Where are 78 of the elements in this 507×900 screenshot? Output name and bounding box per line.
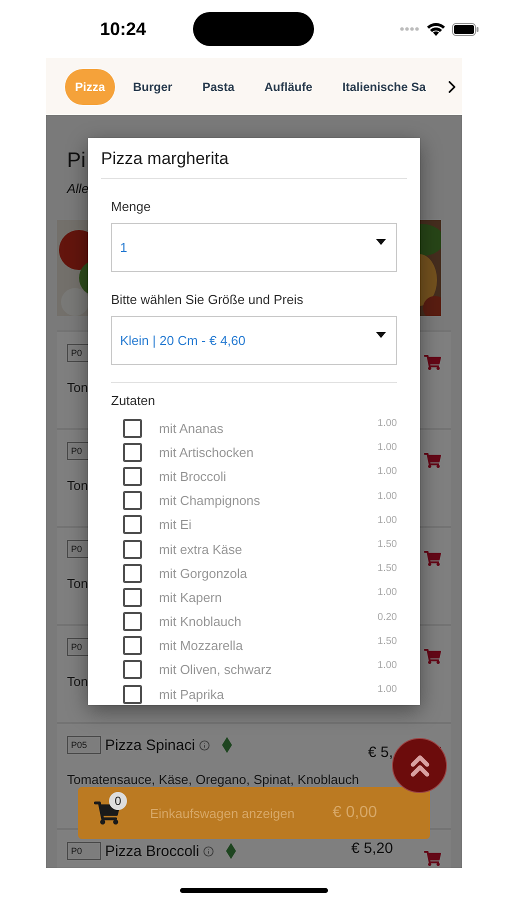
product-description: Ton	[67, 674, 88, 690]
extra-price: 1.00	[378, 442, 397, 454]
checkbox[interactable]	[123, 466, 142, 486]
category-subtitle: Alle	[67, 181, 89, 196]
extra-name: mit Ananas	[159, 420, 224, 436]
info-icon[interactable]	[199, 740, 210, 750]
status-time: 10:24	[100, 18, 148, 40]
cart-bar[interactable]: 0 Einkaufswagen anzeigen € 0,00	[78, 787, 430, 839]
category-tab[interactable]: Pasta	[192, 68, 244, 104]
extra-name: mit extra Käse	[159, 542, 242, 557]
cart-icon[interactable]	[424, 648, 441, 665]
cart-icon[interactable]	[424, 354, 441, 371]
category-tab[interactable]: Aufläufe	[254, 68, 322, 104]
extra-price: 1.00	[378, 684, 397, 696]
extra-price: 1.00	[378, 587, 397, 598]
product-description: Ton	[67, 380, 88, 396]
leaf-icon	[226, 843, 236, 859]
battery-icon	[452, 22, 479, 36]
dialog-title: Pizza margherita	[101, 138, 407, 179]
checkbox[interactable]	[123, 442, 142, 462]
cart-icon[interactable]	[424, 850, 441, 867]
extra-price: 1.50	[378, 538, 397, 550]
extra-name: mit Ei	[159, 517, 192, 532]
product-code: P0	[67, 842, 101, 860]
checkbox[interactable]	[123, 660, 142, 680]
category-tab[interactable]: Italienische Sa	[332, 68, 436, 104]
leaf-icon	[222, 737, 232, 753]
extra-name: mit Mozzarella	[159, 638, 243, 654]
caret-icon	[376, 332, 386, 338]
extra-name: mit Paprika	[159, 686, 224, 702]
product-code: P05	[67, 736, 101, 754]
extra-price: 1.00	[378, 514, 397, 526]
product-price: € 5,	[368, 744, 393, 761]
wifi-icon	[427, 22, 445, 36]
size-label: Bitte wählen Sie Größe und Preis	[111, 292, 304, 307]
category-tab[interactable]: Burger	[123, 68, 182, 104]
extra-price: 1.00	[378, 490, 397, 502]
caret-icon	[376, 239, 386, 245]
checkbox[interactable]	[123, 684, 142, 704]
quantity-label: Menge	[111, 199, 152, 214]
extra-price: 1.00	[378, 418, 397, 429]
product-price: € 5,20	[351, 840, 393, 857]
checkbox[interactable]	[123, 636, 142, 656]
extra-name: mit Oliven, schwarz	[159, 662, 272, 678]
cart-icon[interactable]	[424, 550, 441, 567]
quantity-select[interactable]: 1	[111, 223, 397, 272]
product-description: Ton	[67, 576, 88, 592]
extra-name: mit Knoblauch	[159, 614, 242, 630]
extra-name: mit Gorgonzola	[159, 566, 248, 581]
extras-label: Zutaten	[111, 393, 156, 408]
product-name: Pizza Spinaci	[105, 736, 196, 754]
cart-label: Einkaufswagen anzeigen	[150, 806, 295, 820]
extra-name: mit Kapern	[159, 590, 222, 605]
extra-price: 1.50	[378, 563, 397, 574]
extra-price: 1.00	[378, 660, 397, 671]
info-icon[interactable]	[203, 846, 214, 856]
checkbox[interactable]	[123, 540, 142, 559]
cart-icon[interactable]	[424, 452, 441, 469]
extra-name: mit Artischocken	[159, 444, 254, 460]
product-description: Ton	[67, 478, 88, 494]
signal-icon	[400, 27, 420, 31]
checkbox[interactable]	[123, 491, 142, 510]
size-select[interactable]: Klein | 20 Cm - € 4,60	[111, 316, 397, 365]
product-description: Tomatensauce, Käse, Oregano, Spinat, Knoblauch	[67, 772, 359, 787]
checkbox[interactable]	[123, 588, 142, 607]
extra-price: 1.50	[378, 636, 397, 647]
cart-count: 0	[109, 792, 127, 810]
product-name: Pizza Broccoli	[105, 842, 200, 860]
extra-name: mit Champignons	[159, 493, 260, 508]
extra-price: 1.00	[378, 466, 397, 478]
checkbox[interactable]	[123, 564, 142, 583]
cart-total: € 0,00	[332, 804, 378, 822]
category-heading: Pi	[67, 149, 86, 173]
checkbox[interactable]	[123, 418, 142, 438]
checkbox[interactable]	[123, 612, 142, 632]
checkbox[interactable]	[123, 515, 142, 534]
extra-name: mit Broccoli	[159, 468, 226, 484]
extra-price: 0.20	[378, 612, 397, 622]
